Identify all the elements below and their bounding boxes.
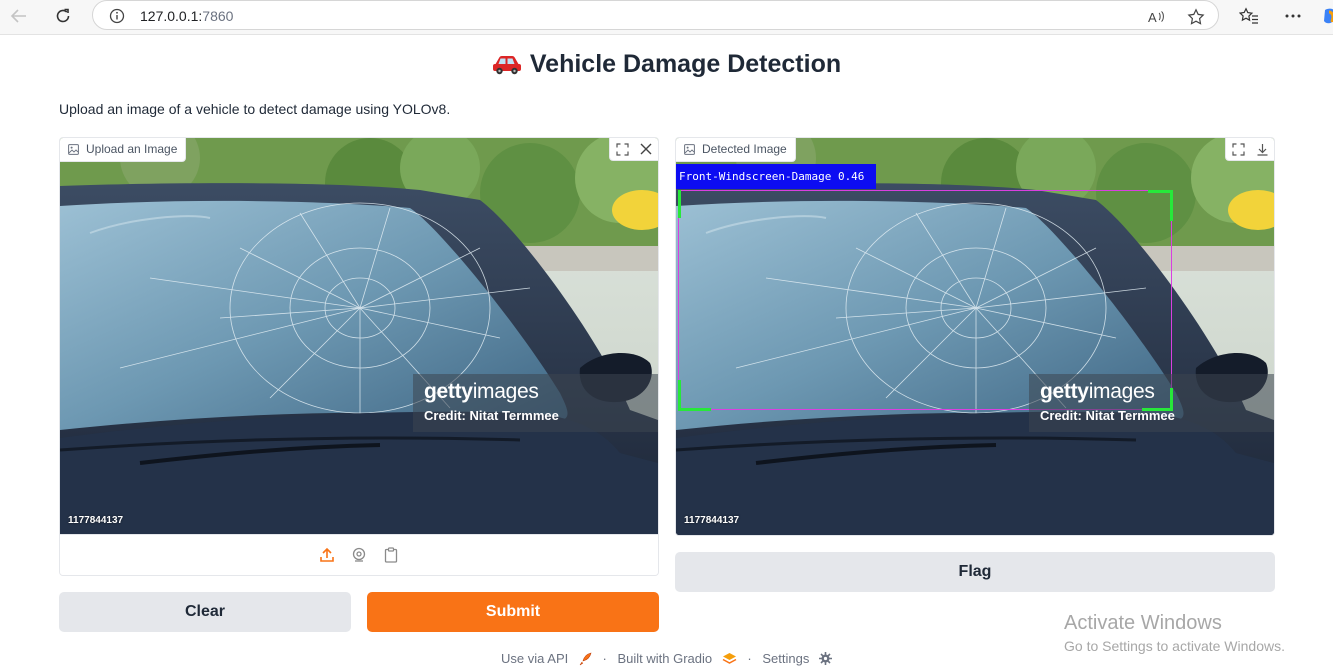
activate-windows-heading: Activate Windows [1064,612,1222,634]
getty-logo: gettyimages [424,380,539,404]
url-host: 127.0.0.1: [140,8,203,24]
reload-button[interactable] [50,4,76,28]
detection-corner-mark [678,380,711,411]
upload-button[interactable] [316,544,338,566]
address-bar[interactable]: 127.0.0.1:7860 A [92,0,1219,30]
image-icon [684,144,695,155]
uploaded-image [60,138,658,535]
getty-logo: gettyimages [1040,380,1155,404]
webcam-icon [352,547,366,562]
upload-icon [320,547,334,562]
built-with-gradio-link[interactable]: Built with Gradio [617,651,712,666]
clipboard-icon [384,547,398,563]
upload-image-label-text: Upload an Image [86,142,178,156]
back-button[interactable] [6,4,32,28]
detection-corner-mark [678,190,681,218]
page-title: Vehicle Damage Detection [0,50,1333,82]
webcam-button[interactable] [348,544,370,566]
svg-text:A: A [1148,10,1157,25]
fullscreen-button[interactable] [1226,138,1250,160]
getty-logo-part1: getty [424,380,473,403]
info-icon [109,8,125,24]
detected-image-label: Detected Image [676,138,796,162]
upload-image-panel[interactable]: Upload an Image gettyimages Credit: Nita… [59,137,659,576]
upload-panel-actions [609,138,658,161]
detection-label: Front-Windscreen-Damage 0.46 [676,164,877,189]
getty-watermark: gettyimages Credit: Nitat Termmee [413,374,658,432]
footer-separator: · [602,651,607,667]
fullscreen-icon [1231,142,1245,156]
download-icon [1257,143,1267,156]
activate-windows-watermark: Activate Windows Go to Settings to activ… [1064,612,1285,654]
clear-image-button[interactable] [634,138,658,160]
star-icon[interactable] [1185,6,1207,28]
getty-logo-part1: getty [1040,380,1089,403]
upload-source-bar [60,534,658,575]
activate-windows-subtext: Go to Settings to activate Windows. [1064,638,1285,654]
reload-icon [56,8,70,23]
copilot-icon[interactable] [1319,5,1333,27]
image-id: 1177844137 [68,515,124,526]
download-button[interactable] [1250,138,1274,160]
more-menu-icon[interactable] [1282,5,1304,27]
submit-button[interactable]: Submit [367,592,659,632]
detected-image-panel: Detected Image Front-Windscreen-Damage 0… [675,137,1275,536]
getty-logo-part2: images [472,380,539,403]
back-arrow-icon [10,9,26,23]
settings-link[interactable]: Settings [762,651,809,666]
read-aloud-icon[interactable]: A [1145,6,1167,28]
page-title-text: Vehicle Damage Detection [529,50,842,78]
getty-credit: Credit: Nitat Termmee [424,408,559,423]
detected-panel-actions [1225,138,1274,161]
close-icon [640,143,652,155]
detected-image-label-text: Detected Image [702,142,787,156]
image-icon [68,144,79,155]
fullscreen-icon [615,142,629,156]
use-via-api-link[interactable]: Use via API [501,651,568,666]
detection-corner-mark [1142,388,1173,411]
url-port: 7860 [202,8,234,24]
flag-button[interactable]: Flag [675,552,1275,592]
fullscreen-button[interactable] [610,138,634,160]
clipboard-button[interactable] [380,544,402,566]
rocket-icon [579,652,592,665]
page-description: Upload an image of a vehicle to detect d… [59,101,451,117]
footer-separator: · [747,651,752,667]
gradio-logo-icon [722,653,737,664]
url-text: 127.0.0.1:7860 [140,8,233,24]
favorites-icon[interactable] [1238,5,1260,27]
clear-button[interactable]: Clear [59,592,351,632]
detection-corner-mark [1148,190,1173,221]
image-id: 1177844137 [684,515,740,526]
upload-image-label: Upload an Image [60,138,187,162]
browser-toolbar: 127.0.0.1:7860 A [0,0,1333,35]
car-emoji-icon [492,53,522,82]
gear-icon [818,652,832,666]
